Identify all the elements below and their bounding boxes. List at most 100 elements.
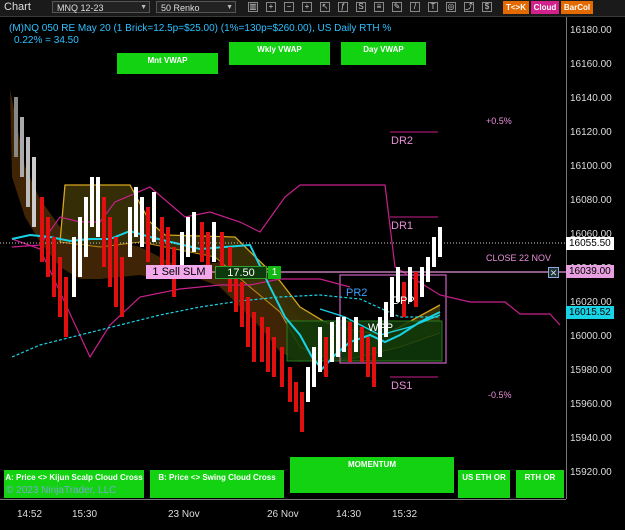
renko-brick (128, 207, 132, 257)
renko-brick (140, 197, 144, 247)
price-tick-label: 16000.00 (570, 331, 612, 342)
swing-cloud (10, 89, 330, 362)
renko-brick (280, 347, 284, 387)
renko-brick (72, 237, 76, 297)
momentum-button[interactable]: MOMENTUM (290, 457, 454, 493)
snapshot-icon[interactable]: ◎ (446, 2, 456, 12)
renko-brick (114, 237, 118, 307)
order-qty-box[interactable]: 1 (268, 266, 281, 279)
renko-brick (46, 217, 50, 277)
close-order-icon[interactable]: ✕ (548, 267, 559, 278)
close-price-marker: 16039.00 (566, 265, 614, 278)
ds1-label: DS1 (391, 380, 412, 392)
bar-chart-icon[interactable]: ▥ (248, 2, 258, 12)
renko-brick (26, 137, 30, 207)
renko-brick (84, 197, 88, 257)
cloud-toggle-button[interactable]: Cloud (531, 1, 559, 14)
renko-brick (372, 347, 376, 387)
renko-brick (14, 97, 18, 157)
renko-brick (348, 322, 352, 362)
close-level-label: CLOSE 22 NOV (486, 253, 551, 263)
renko-brick (288, 367, 292, 402)
renko-brick (432, 237, 436, 267)
price-tick-label: 16140.00 (570, 93, 612, 104)
renko-brick (294, 382, 298, 412)
barcol-toggle-button[interactable]: BarCol (561, 1, 593, 14)
renko-brick (312, 347, 316, 387)
renko-brick (300, 392, 304, 432)
time-label: 26 Nov (267, 509, 299, 520)
window-title: Chart (4, 1, 31, 13)
text-icon[interactable]: T (428, 2, 438, 12)
strategy-icon[interactable]: S (356, 2, 366, 12)
time-label: 14:30 (336, 509, 362, 520)
order-price-box[interactable]: 17.50 (215, 266, 267, 279)
renko-brick (272, 337, 276, 377)
dr1-label: DR1 (391, 220, 413, 232)
price-axis[interactable] (566, 17, 625, 499)
renko-brick (426, 257, 430, 282)
renko-brick (306, 367, 310, 402)
renko-brick (52, 237, 56, 297)
renko-brick (240, 282, 244, 327)
lines-icon[interactable]: / (410, 2, 420, 12)
renko-brick (354, 317, 358, 352)
renko-brick (252, 312, 256, 362)
renko-brick (366, 337, 370, 377)
us-eth-or-button[interactable]: US ETH OR (458, 470, 510, 498)
chevron-down-icon: ▼ (140, 4, 147, 11)
chart-trader-icon[interactable]: $ (482, 2, 492, 12)
price-tick-label: 16160.00 (570, 59, 612, 70)
renko-brick (134, 187, 138, 237)
time-label: 23 Nov (168, 509, 200, 520)
crosshair-icon[interactable]: + (302, 2, 312, 12)
price-tick-label: 15920.00 (570, 467, 612, 478)
instrument-selector[interactable]: MNQ 12-23 ▼ (52, 1, 150, 13)
bar-type-value: 50 Renko (161, 3, 200, 13)
renko-brick (186, 217, 190, 257)
indicator-icon[interactable]: ƒ (338, 2, 348, 12)
rth-or-button[interactable]: RTH OR (516, 470, 564, 498)
renko-brick (342, 317, 346, 352)
share-icon[interactable]: ⤴ (464, 2, 474, 12)
renko-bricks (14, 97, 442, 432)
last-price-marker: 16055.50 (566, 237, 614, 250)
renko-brick (438, 227, 442, 257)
price-chart[interactable]: DR2 DR1 DS1 PR2 DPP WPP S2 +0.5% -0.5% C… (0, 17, 566, 499)
renko-brick (32, 157, 36, 227)
tk-toggle-button[interactable]: T<>K (503, 1, 529, 14)
renko-brick (78, 217, 82, 277)
renko-brick (330, 322, 334, 362)
price-tick-label: 16100.00 (570, 161, 612, 172)
price-tick-label: 15940.00 (570, 433, 612, 444)
drawing-tools-icon[interactable]: ✎ (392, 2, 402, 12)
renko-brick (120, 257, 124, 317)
zoom-out-icon[interactable]: − (284, 2, 294, 12)
renko-brick (266, 327, 270, 372)
bar-type-selector[interactable]: 50 Renko ▼ (156, 1, 236, 13)
renko-brick (246, 297, 250, 347)
weekly-vwap-button[interactable]: Wkly VWAP (229, 42, 330, 65)
plus-pct-label: +0.5% (486, 116, 512, 126)
wpp-label: WPP (368, 322, 393, 334)
renko-brick (58, 257, 62, 317)
price-tick-label: 16180.00 (570, 25, 612, 36)
daily-vwap-button[interactable]: Day VWAP (341, 42, 426, 65)
price-tick-label: 16120.00 (570, 127, 612, 138)
dr2-label: DR2 (391, 135, 413, 147)
renko-brick (360, 327, 364, 362)
monthly-vwap-button[interactable]: Mnt VWAP (117, 53, 218, 74)
renko-brick (260, 317, 264, 362)
zoom-in-icon[interactable]: + (266, 2, 276, 12)
price-tick-label: 15980.00 (570, 365, 612, 376)
sell-order-label[interactable]: 1 Sell SLM (146, 265, 212, 279)
renko-brick (152, 192, 156, 242)
time-label: 15:30 (72, 509, 98, 520)
pointer-icon[interactable]: ↖ (320, 2, 330, 12)
renko-brick (420, 267, 424, 297)
properties-icon[interactable]: ≡ (374, 2, 384, 12)
chevron-down-icon: ▼ (226, 4, 233, 11)
indicator-price-marker: 16015.52 (566, 306, 614, 319)
renko-brick (324, 337, 328, 377)
swing-cross-button[interactable]: B: Price <> Swing Cloud Cross (150, 470, 284, 498)
